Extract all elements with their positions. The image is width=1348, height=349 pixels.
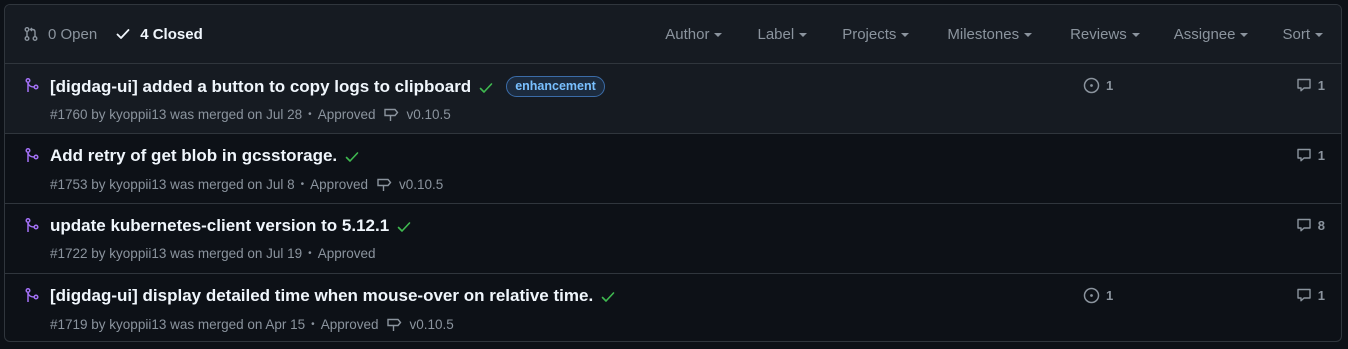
assignee-dropdown[interactable]: Assignee: [1174, 26, 1249, 43]
milestone-icon: [387, 318, 402, 331]
milestone-link[interactable]: v0.10.5: [383, 106, 451, 122]
comment-icon: [1297, 148, 1311, 162]
pull-request-title[interactable]: [digdag-ui] added a button to copy logs …: [50, 77, 471, 97]
git-pull-request-icon: [24, 27, 38, 41]
pull-request-title[interactable]: update kubernetes-client version to 5.12…: [50, 216, 389, 236]
git-merge-icon: [25, 147, 39, 162]
pr-merge-info: #1719 by kyoppii13 was merged on Apr 15: [50, 316, 306, 332]
review-status[interactable]: Approved: [318, 246, 376, 261]
caret-down-icon: [1131, 33, 1140, 37]
milestones-dropdown[interactable]: Milestones: [947, 26, 1033, 43]
pull-request-list: 0 Open 4 Closed Author Label Projects Mi…: [4, 4, 1342, 342]
milestone-icon: [377, 178, 392, 191]
pull-request-row: update kubernetes-client version to 5.12…: [5, 204, 1341, 274]
enhancement-label[interactable]: enhancement: [506, 76, 605, 97]
check-icon: [116, 29, 130, 39]
milestone-link[interactable]: v0.10.5: [386, 316, 454, 332]
caret-down-icon: [799, 33, 808, 37]
comments-count[interactable]: 1: [1296, 147, 1325, 163]
caret-down-icon: [901, 33, 910, 37]
git-merge-icon: [25, 217, 39, 232]
pr-merge-info: #1760 by kyoppii13 was merged on Jul 28: [50, 106, 303, 122]
comment-icon: [1297, 78, 1311, 92]
open-count: 0 Open: [48, 25, 98, 43]
caret-down-icon: [1315, 33, 1323, 37]
author-dropdown[interactable]: Author: [665, 26, 723, 43]
list-header: 0 Open 4 Closed Author Label Projects Mi…: [5, 5, 1341, 64]
git-merge-icon: [25, 287, 39, 302]
closed-count: 4 Closed: [140, 25, 203, 43]
check-icon[interactable]: [396, 219, 412, 235]
pr-merge-info: #1722 by kyoppii13 was merged on Jul 19: [50, 246, 303, 261]
review-status[interactable]: Approved: [310, 177, 368, 192]
pull-request-row: [digdag-ui] added a button to copy logs …: [5, 64, 1341, 134]
caret-down-icon: [1240, 33, 1249, 37]
pull-request-row: Add retry of get blob in gcsstorage. #17…: [5, 134, 1341, 204]
pull-request-row: [digdag-ui] display detailed time when m…: [5, 274, 1341, 341]
git-merge-icon: [25, 77, 39, 92]
projects-dropdown[interactable]: Projects: [842, 26, 910, 43]
closed-filter[interactable]: 4 Closed: [115, 26, 203, 43]
caret-down-icon: [714, 33, 723, 37]
check-icon[interactable]: [600, 289, 616, 305]
state-toggle: 0 Open 4 Closed: [23, 26, 203, 43]
comments-count[interactable]: 1: [1296, 287, 1325, 303]
pull-request-meta: #1719 by kyoppii13 was merged on Apr 15 …: [50, 316, 454, 332]
check-icon[interactable]: [344, 149, 360, 165]
open-filter[interactable]: 0 Open: [23, 26, 97, 43]
linked-issues[interactable]: 1: [1083, 287, 1113, 304]
comments-count[interactable]: 8: [1296, 217, 1325, 233]
pull-request-title[interactable]: [digdag-ui] display detailed time when m…: [50, 286, 593, 306]
pull-request-meta: #1753 by kyoppii13 was merged on Jul 8 •…: [50, 176, 444, 192]
milestone-link[interactable]: v0.10.5: [376, 176, 443, 192]
comment-icon: [1297, 218, 1311, 232]
pull-request-meta: #1722 by kyoppii13 was merged on Jul 19 …: [50, 246, 376, 261]
filter-bar: Author Label Projects Milestones Reviews…: [665, 5, 1323, 63]
sort-dropdown[interactable]: Sort: [1282, 26, 1323, 43]
review-status[interactable]: Approved: [321, 317, 379, 332]
label-dropdown[interactable]: Label: [757, 26, 808, 43]
comments-count[interactable]: 1: [1296, 77, 1325, 93]
check-icon[interactable]: [478, 80, 494, 96]
pull-request-meta: #1760 by kyoppii13 was merged on Jul 28 …: [50, 106, 451, 122]
milestone-icon: [384, 108, 399, 121]
pull-request-title[interactable]: Add retry of get blob in gcsstorage.: [50, 146, 337, 166]
issue-opened-icon: [1083, 77, 1100, 94]
review-status[interactable]: Approved: [318, 107, 376, 122]
caret-down-icon: [1024, 33, 1033, 37]
pr-merge-info: #1753 by kyoppii13 was merged on Jul 8: [50, 176, 295, 192]
linked-issues[interactable]: 1: [1083, 77, 1113, 94]
comment-icon: [1297, 288, 1311, 302]
reviews-dropdown[interactable]: Reviews: [1070, 26, 1140, 43]
issue-opened-icon: [1083, 287, 1100, 304]
